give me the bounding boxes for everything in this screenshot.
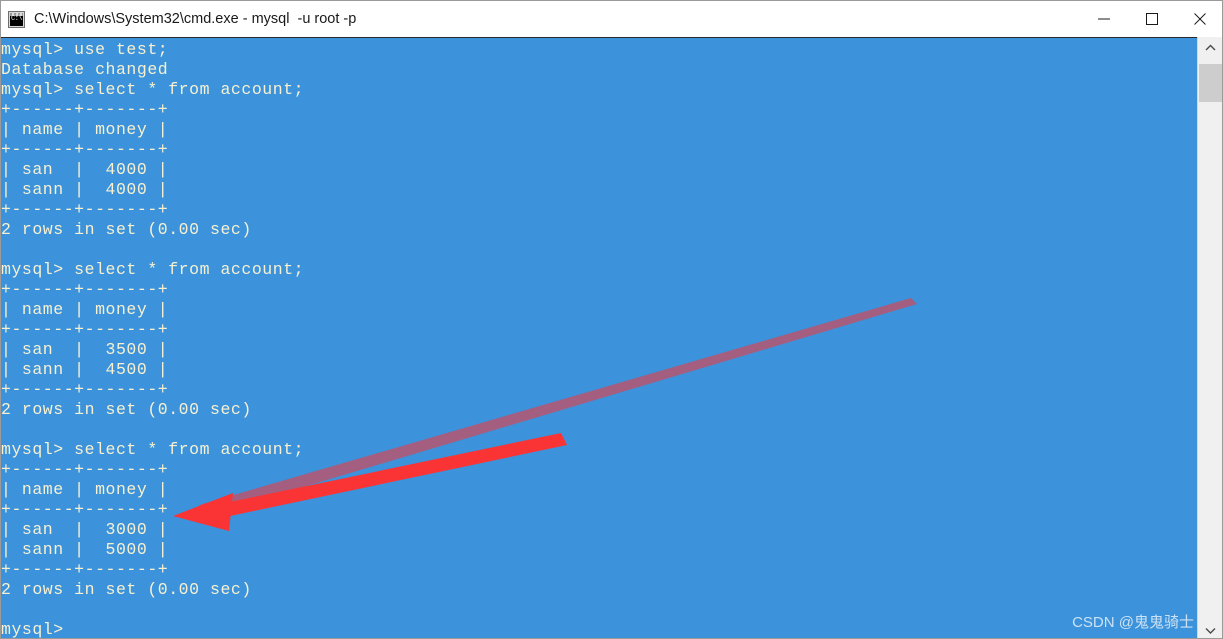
maximize-button[interactable] (1128, 1, 1176, 37)
scrollbar-thumb[interactable] (1199, 64, 1222, 102)
title-bar[interactable]: C:\Windows\System32\cmd.exe - mysql -u r… (1, 1, 1222, 37)
scroll-down-button[interactable] (1198, 620, 1222, 638)
chevron-down-icon (1205, 627, 1215, 634)
console-output: mysql> use test; Database changed mysql>… (1, 40, 305, 639)
close-icon (1194, 13, 1206, 25)
cmd-window: C:\Windows\System32\cmd.exe - mysql -u r… (0, 0, 1223, 639)
window-title: C:\Windows\System32\cmd.exe - mysql -u r… (34, 11, 357, 27)
vertical-scrollbar[interactable] (1197, 37, 1222, 638)
terminal-area[interactable]: mysql> use test; Database changed mysql>… (1, 37, 1222, 639)
cmd-console-icon (8, 10, 25, 28)
window-controls (1080, 1, 1222, 37)
csdn-watermark: CSDN @鬼鬼骑士 (1072, 614, 1194, 631)
scroll-up-button[interactable] (1198, 37, 1222, 57)
minimize-icon (1098, 18, 1110, 20)
minimize-button[interactable] (1080, 1, 1128, 37)
close-button[interactable] (1176, 1, 1222, 37)
maximize-icon (1146, 13, 1158, 25)
chevron-up-icon (1205, 44, 1215, 50)
